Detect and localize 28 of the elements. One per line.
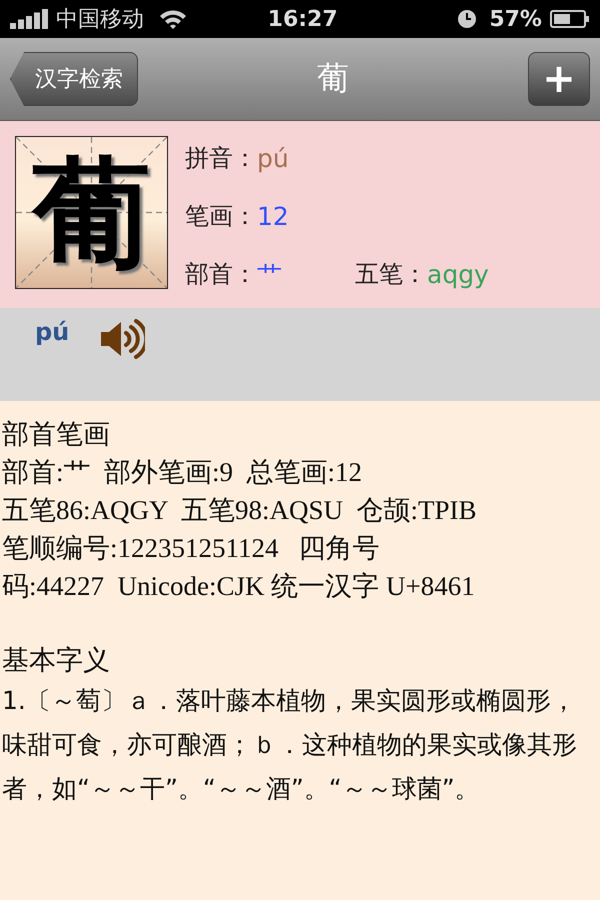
- field-label: 部首：: [185, 259, 257, 290]
- field-value: aqgy: [427, 260, 489, 288]
- field-label: 拼音：: [185, 143, 257, 174]
- carrier-name: 中国移动: [56, 6, 144, 34]
- detail-line: 部首:艹 部外笔画:9 总笔画:12: [2, 456, 364, 489]
- field-value: 艹: [257, 258, 283, 290]
- field-label: 五笔：: [355, 259, 427, 290]
- character-glyph: 葡: [32, 154, 150, 272]
- section-heading: 基本字义: [2, 644, 111, 677]
- speaker-icon[interactable]: [99, 318, 146, 360]
- back-button[interactable]: 汉字检索: [10, 52, 138, 106]
- clock-time: 16:27: [268, 6, 339, 32]
- section-heading: 部首笔画: [2, 418, 111, 451]
- pinyin-text: pú: [35, 318, 70, 346]
- detail-line: 五笔86:AQGY 五笔98:AQSU 仓颉:TPIB: [2, 494, 478, 527]
- clock-icon: [457, 9, 478, 29]
- detail-line: 笔顺编号:122351251124 四角号: [2, 532, 381, 565]
- signal-icon: [10, 9, 50, 29]
- field-value: pú: [257, 144, 290, 172]
- definition-text: 1.〔～萄〕ａ．落叶藤本植物，果实圆形或椭圆形，味甜可食，亦可酿酒；ｂ．这种植物的果实或像其形者，如“～～干”。“～～酒”。“～～球菌”。: [2, 685, 578, 805]
- page-title: 葡: [317, 58, 349, 99]
- battery-percent: 57%: [489, 6, 542, 32]
- field-value: 12: [257, 202, 290, 230]
- add-button[interactable]: +: [528, 52, 590, 106]
- field-label: 笔画：: [185, 201, 257, 232]
- battery-icon: [550, 9, 590, 29]
- wifi-icon: [158, 8, 188, 30]
- detail-line: 码:44227 Unicode:CJK 统一汉字 U+8461: [2, 570, 476, 603]
